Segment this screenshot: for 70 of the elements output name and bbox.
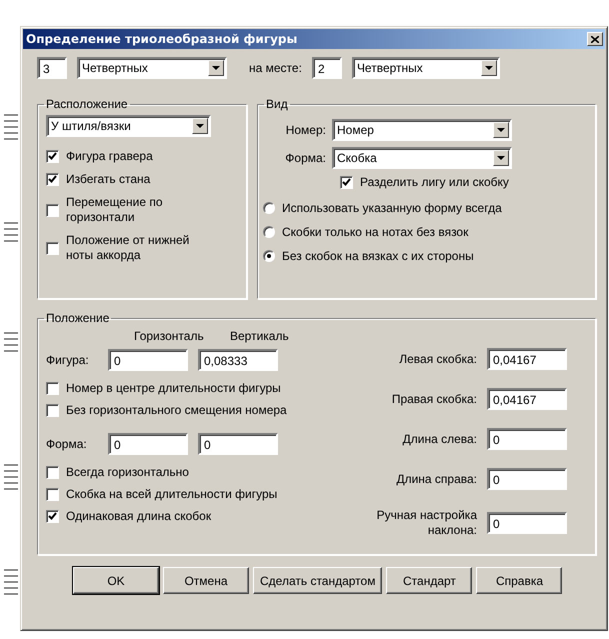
column-label: Вертикаль — [230, 329, 289, 345]
radio-button[interactable] — [263, 226, 275, 238]
checkbox[interactable] — [46, 488, 59, 500]
offset-field[interactable]: 0,08333 — [198, 349, 278, 371]
field-label: Левая скобка: — [398, 352, 477, 366]
window-title: Определение триолеобразной фигуры — [26, 32, 298, 46]
checkbox[interactable] — [46, 510, 59, 522]
checkbox-label: Разделить лигу или скобку — [360, 175, 509, 189]
dialog-button[interactable]: Отмена — [163, 567, 249, 594]
group-title: Расположение — [45, 97, 129, 111]
value-field[interactable]: 0,04167 — [487, 388, 567, 410]
in-place-duration-combo[interactable]: Четвертных — [352, 57, 500, 79]
field-label: Ручная настройка наклона: — [376, 508, 477, 538]
figure-label: Фигура: — [46, 353, 90, 367]
group-title: Вид — [265, 97, 289, 111]
number-label: Номер: — [284, 123, 326, 137]
checkbox[interactable] — [46, 404, 59, 416]
checkbox-label: Одинаковая длина скобок — [66, 509, 212, 523]
dropdown-arrow-icon — [196, 124, 204, 128]
checkbox[interactable] — [46, 150, 59, 163]
placement-combo[interactable]: У штиля/вязки — [46, 115, 211, 137]
field-label: Длина справа: — [395, 472, 477, 486]
dropdown-arrow-icon — [497, 128, 505, 132]
radio-button[interactable] — [263, 250, 275, 262]
checkbox[interactable] — [46, 242, 59, 254]
column-label: Горизонталь — [134, 329, 205, 345]
checkbox[interactable] — [46, 173, 59, 186]
number-combo[interactable]: Номер — [332, 119, 512, 141]
checkbox[interactable] — [46, 466, 59, 478]
duration-combo[interactable]: Четвертных — [77, 57, 227, 79]
value-field[interactable]: 0 — [487, 428, 567, 450]
offset-field[interactable]: 0 — [198, 433, 278, 455]
dialog-button[interactable]: Стандарт — [386, 567, 472, 594]
value-field[interactable]: 0 — [487, 512, 567, 534]
radio-label: Без скобок на вязках с их стороны — [282, 249, 474, 263]
checkbox-label: Фигура гравера — [66, 149, 154, 164]
close-button[interactable] — [587, 32, 603, 46]
field-label: Длина слева: — [402, 432, 477, 446]
offset-field[interactable]: 0 — [108, 349, 188, 371]
checkbox-label: Всегда горизонтально — [66, 465, 189, 479]
checkbox[interactable] — [46, 382, 59, 394]
dialog-button[interactable]: Справка — [476, 567, 562, 594]
in-place-count-field[interactable]: 2 — [312, 57, 342, 79]
radio-button[interactable] — [263, 202, 275, 214]
shape-combo[interactable]: Скобка — [332, 147, 512, 169]
radio-label: Использовать указанную форму всегда — [282, 201, 502, 215]
dialog-button[interactable]: OK — [73, 567, 159, 594]
field-label: Правая скобка: — [390, 392, 477, 406]
value-field[interactable]: 0,04167 — [487, 348, 567, 370]
checkbox[interactable] — [340, 176, 353, 188]
radio-label: Скобки только на нотах без вязок — [282, 225, 468, 239]
shape-label: Форма: — [284, 151, 326, 165]
dropdown-arrow-icon — [484, 66, 493, 70]
dialog-button[interactable]: Сделать стандартом — [253, 567, 382, 594]
checkbox-label: Скобка на всей длительности фигуры — [66, 487, 278, 501]
in-place-label: на месте: — [249, 61, 302, 75]
count-field[interactable]: 3 — [37, 57, 67, 79]
dropdown-arrow-icon — [497, 156, 505, 160]
offset-field[interactable]: 0 — [108, 433, 188, 455]
checkbox[interactable] — [46, 204, 59, 216]
group-title: Положение — [45, 311, 110, 325]
checkbox-label: Положение от нижней ноты аккорда — [66, 233, 190, 263]
checkbox-label: Номер в центре длительности фигуры — [66, 381, 281, 395]
checkbox-label: Избегать стана — [66, 172, 152, 187]
value-field[interactable]: 0 — [487, 468, 567, 490]
shape-label: Форма: — [46, 437, 88, 451]
checkbox-label: Без горизонтального смещения номера — [66, 403, 287, 417]
dropdown-arrow-icon — [212, 66, 220, 70]
close-icon — [591, 36, 599, 42]
checkbox-label: Перемещение по горизонтали — [66, 195, 164, 225]
